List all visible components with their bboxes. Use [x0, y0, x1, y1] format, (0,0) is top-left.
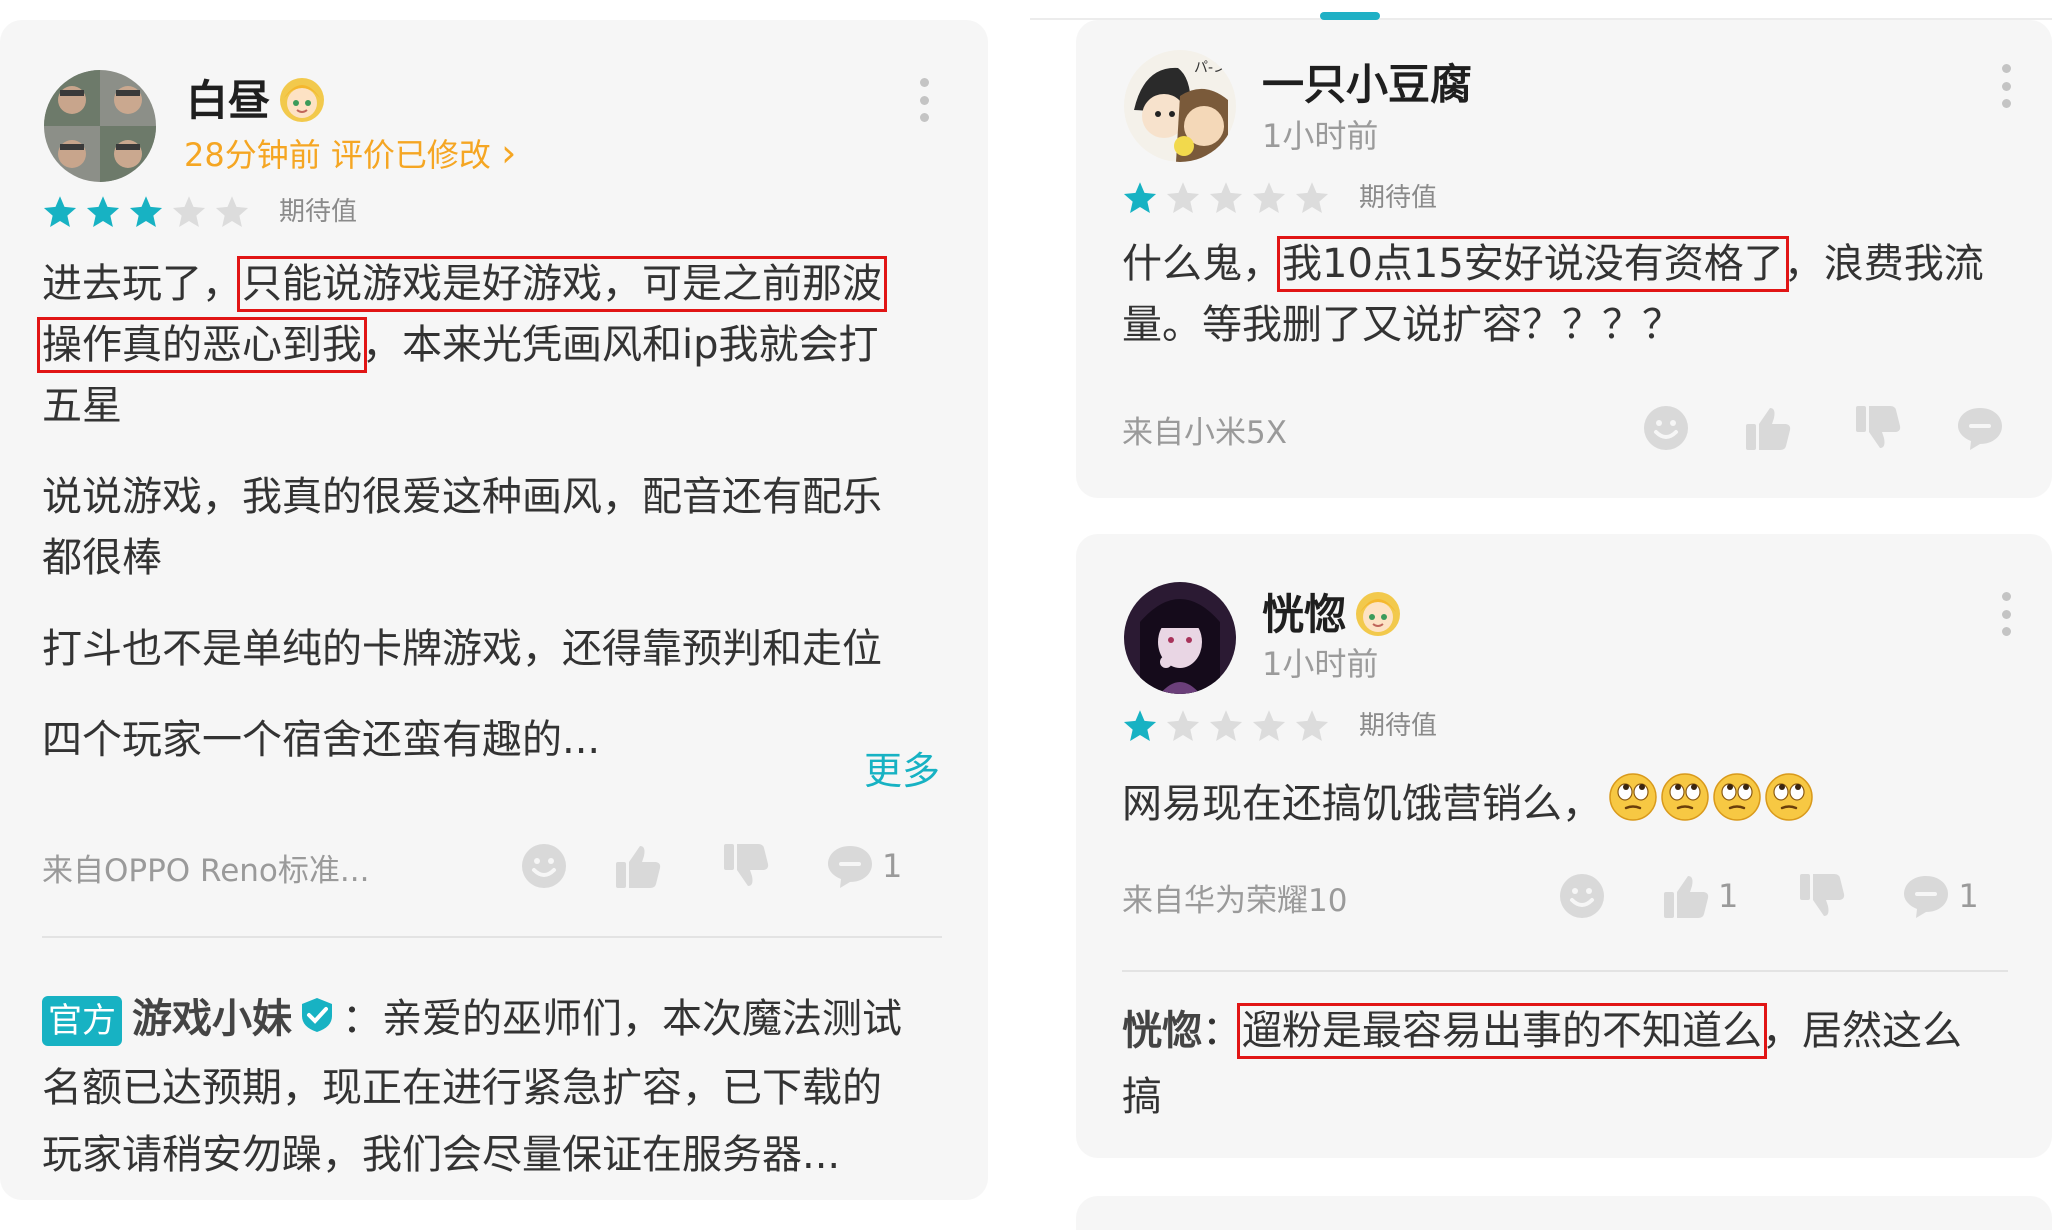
- highlighted-text: 我10点15安好说没有资格了: [1277, 236, 1789, 292]
- emoji-group: [1602, 772, 1814, 840]
- username-text: 白昼: [186, 76, 271, 125]
- review-time: 1小时前: [1262, 645, 1379, 683]
- thumbs-up-icon: [616, 846, 661, 888]
- device-source: 来自OPPO Reno标准...: [42, 853, 370, 889]
- star-icon: [1209, 710, 1243, 741]
- review-actions: 1 1: [1558, 872, 1979, 920]
- kebab-menu-icon[interactable]: [2000, 592, 2012, 636]
- divider: [42, 936, 942, 938]
- star-icon: [1295, 710, 1329, 741]
- verified-icon: [298, 988, 336, 1055]
- star-icon: [86, 196, 120, 227]
- like-button[interactable]: [1744, 404, 1800, 452]
- emoji-reaction-button[interactable]: [520, 842, 568, 890]
- star-icon: [1123, 710, 1157, 741]
- emoji-reaction-button[interactable]: [1558, 872, 1606, 920]
- review-card: 恍惚 1小时前 期待值 网易现在还搞饥饿营销么， 来自华为荣耀10 1 1 恍惚…: [1076, 534, 2052, 1158]
- more-link[interactable]: 更多: [864, 752, 940, 790]
- rolling-eyes-emoji: [1661, 773, 1709, 821]
- comment-icon: [828, 846, 872, 888]
- rating-label: 期待值: [1359, 711, 1438, 741]
- star-icon: [43, 196, 77, 227]
- official-reply: 官方 游戏小妹 ：亲爱的巫师们，本次魔法测试 名额已达预期，现正在进行紧急扩容，已下…: [42, 986, 902, 1189]
- star-icon: [172, 196, 206, 227]
- review-time: 1小时前: [1262, 117, 1379, 155]
- highlighted-text: 操作真的恶心到我: [37, 317, 367, 373]
- emoji-reaction-icon: [1560, 874, 1604, 918]
- username[interactable]: 白昼: [186, 76, 326, 131]
- rolling-eyes-emoji: [1609, 773, 1657, 821]
- comment-icon: [1904, 876, 1949, 918]
- device-source: 来自华为荣耀10: [1122, 883, 1348, 919]
- rolling-eyes-emoji: [1765, 773, 1813, 821]
- highlighted-text: 只能说游戏是好游戏，可是之前那波: [237, 256, 887, 312]
- svg-text:パ-ン: パ-ン: [1194, 60, 1227, 76]
- star-icon: [1166, 182, 1200, 213]
- review-actions: [1642, 404, 2012, 452]
- rolling-eyes-emoji: [1713, 773, 1761, 821]
- star-icon: [129, 196, 163, 227]
- highlighted-text: 遛粉是最容易出事的不知道么: [1237, 1003, 1767, 1059]
- emoji-reaction-icon: [522, 844, 566, 888]
- rating-label: 期待值: [1359, 183, 1438, 213]
- dislike-button[interactable]: [1854, 404, 1902, 452]
- tab-indicator-bar: [1030, 0, 2052, 22]
- thumbs-down-icon: [1856, 406, 1901, 448]
- thumbs-down-icon: [724, 844, 769, 886]
- star-rating: 期待值: [42, 194, 357, 230]
- review-body: 进去玩了，只能说游戏是好游戏，可是之前那波 操作真的恶心到我，本来光凭画风和ip…: [37, 256, 887, 763]
- star-rating: 期待值: [1122, 708, 1437, 744]
- comment-button[interactable]: 1: [1902, 872, 1979, 920]
- official-tag: 官方: [42, 996, 122, 1046]
- avatar[interactable]: [1124, 582, 1236, 694]
- review-actions: 1: [520, 842, 902, 890]
- comment-icon: [1958, 408, 2002, 450]
- review-body: 什么鬼，我10点15安好说没有资格了，浪费我流 量。等我删了又说扩容？？？？: [1122, 236, 1984, 348]
- like-button[interactable]: 1: [1662, 872, 1738, 920]
- kebab-menu-icon[interactable]: [918, 78, 930, 122]
- avatar[interactable]: パ-ン: [1124, 50, 1236, 162]
- thumbs-down-icon: [1800, 874, 1845, 916]
- emoji-reaction-icon: [1644, 406, 1688, 450]
- comment-button[interactable]: 1: [826, 842, 902, 890]
- comment-button[interactable]: [1956, 404, 2012, 452]
- review-body: 网易现在还搞饥饿营销么，: [1122, 772, 1814, 840]
- review-time[interactable]: 28分钟前 评价已修改 ›: [184, 134, 516, 172]
- star-icon: [1252, 710, 1286, 741]
- kebab-menu-icon[interactable]: [2000, 64, 2012, 108]
- thumbs-up-icon: [1664, 876, 1709, 918]
- dislike-button[interactable]: [722, 842, 770, 890]
- like-button[interactable]: [614, 842, 670, 890]
- star-rating: 期待值: [1122, 180, 1437, 216]
- review-card: パ-ン 一只小豆腐 1小时前 期待值 什么鬼，我10点15安好说没有资格了，浪费…: [1076, 20, 2052, 498]
- star-icon: [1209, 182, 1243, 213]
- user-reply: 恍惚：遛粉是最容易出事的不知道么，居然这么 搞: [1122, 1003, 1962, 1120]
- review-card-partial: [1076, 1196, 2052, 1230]
- level-badge-icon: [1354, 590, 1402, 645]
- star-icon: [215, 196, 249, 227]
- username[interactable]: 恍惚: [1262, 590, 1402, 645]
- star-icon: [1166, 710, 1200, 741]
- star-icon: [1252, 182, 1286, 213]
- avatar[interactable]: [44, 70, 156, 182]
- reply-author[interactable]: 恍惚: [1122, 1008, 1202, 1054]
- star-icon: [1295, 182, 1329, 213]
- star-icon: [1123, 182, 1157, 213]
- chevron-right-icon: ›: [501, 131, 517, 175]
- rating-label: 期待值: [279, 197, 358, 227]
- emoji-reaction-button[interactable]: [1642, 404, 1690, 452]
- dislike-button[interactable]: [1798, 872, 1846, 920]
- review-card: 白昼 28分钟前 评价已修改 › 期待值 进去玩了，只能说游戏是好游戏，可是之前…: [0, 20, 988, 1200]
- thumbs-up-icon: [1746, 408, 1791, 450]
- level-badge-icon: [278, 76, 326, 131]
- username[interactable]: 一只小豆腐: [1262, 64, 1472, 106]
- reply-author[interactable]: 游戏小妹: [132, 996, 292, 1042]
- device-source: 来自小米5X: [1122, 415, 1287, 451]
- divider: [1122, 970, 2008, 972]
- active-tab-indicator: [1320, 12, 1380, 20]
